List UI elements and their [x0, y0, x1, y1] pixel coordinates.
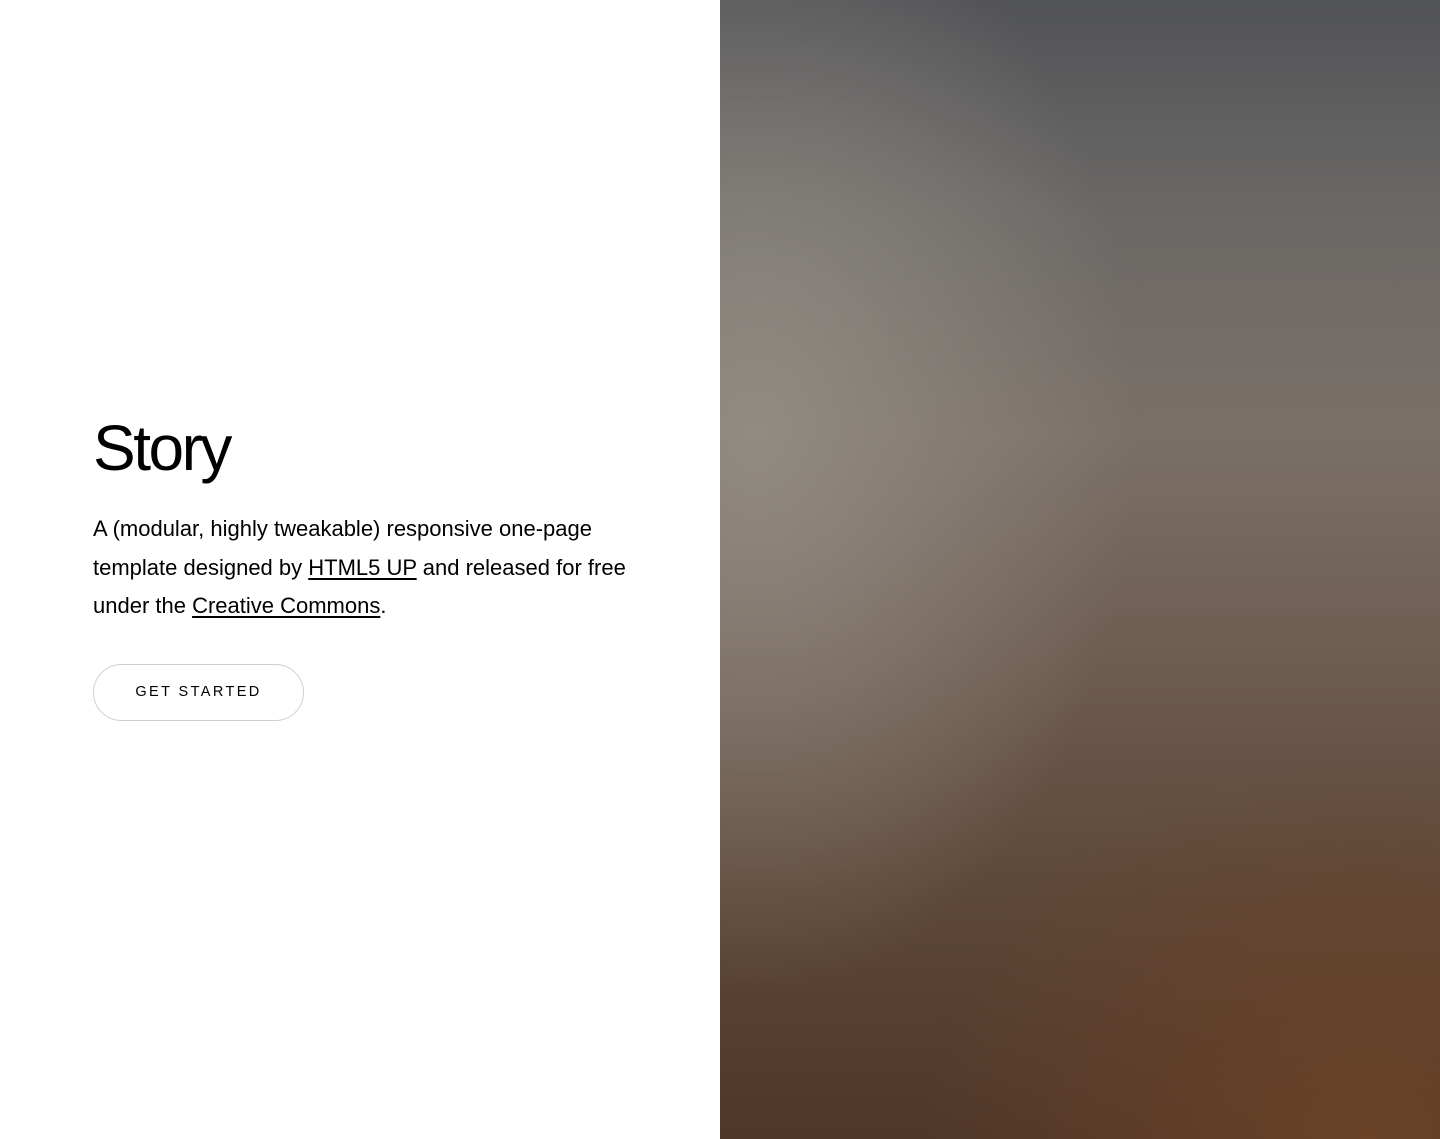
creative-commons-link[interactable]: Creative Commons — [192, 593, 380, 618]
description-text-3: . — [380, 593, 387, 618]
html5up-link[interactable]: HTML5 UP — [308, 555, 416, 580]
banner-description: A (modular, highly tweakable) responsive… — [93, 510, 653, 626]
banner-section: Story A (modular, highly tweakable) resp… — [0, 0, 1440, 1139]
page-title: Story — [93, 412, 232, 484]
banner-image — [720, 0, 1440, 1139]
get-started-button[interactable]: GET STARTED — [93, 663, 304, 721]
banner-inner: Story A (modular, highly tweakable) resp… — [93, 410, 653, 721]
banner-content: Story A (modular, highly tweakable) resp… — [0, 0, 720, 1139]
